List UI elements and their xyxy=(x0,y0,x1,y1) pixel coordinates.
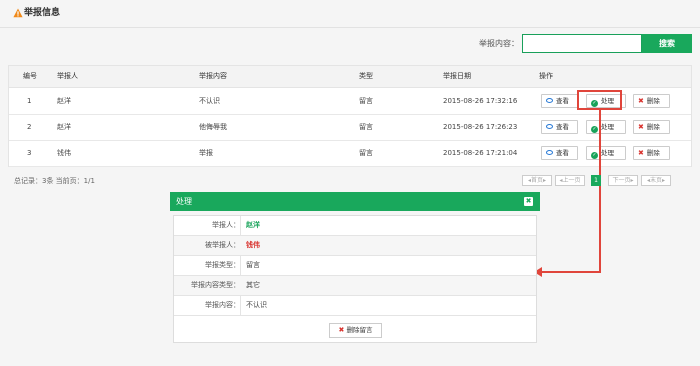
header-actions: 操作 xyxy=(539,72,553,80)
field-row-content-type: 举报内容类型： 其它 xyxy=(174,276,536,296)
delete-button-label: 删除 xyxy=(646,123,660,131)
search-label: 举报内容： xyxy=(479,39,519,48)
current-page[interactable]: 1 xyxy=(591,175,601,186)
close-icon[interactable]: ✖ xyxy=(524,197,533,206)
delete-message-label: 删除留言 xyxy=(346,326,373,334)
handle-highlight-box xyxy=(577,90,622,110)
warning-icon xyxy=(13,8,23,18)
close-icon: ✖ xyxy=(338,326,345,334)
next-page-button[interactable]: 下一页▸ xyxy=(608,175,638,186)
delete-message-button[interactable]: ✖ 删除留言 xyxy=(329,323,382,338)
field-row-reported: 被举报人： 钱伟 xyxy=(174,236,536,256)
search-button[interactable]: 搜索 xyxy=(642,34,692,53)
table-header: 编号 举报人 举报内容 类型 举报日期 操作 xyxy=(9,66,691,88)
close-icon: ✖ xyxy=(638,97,644,105)
field-label: 举报类型： xyxy=(205,261,240,269)
first-page-button[interactable]: ◂首页▸ xyxy=(522,175,552,186)
prev-page-button[interactable]: ◂上一页 xyxy=(555,175,585,186)
row-date: 2015-08-26 17:32:16 xyxy=(443,97,518,105)
row-type: 留言 xyxy=(359,97,373,105)
field-value-content-type: 其它 xyxy=(246,281,260,289)
eye-icon xyxy=(546,98,553,103)
page-title: 举报信息 xyxy=(24,8,61,18)
field-row-content: 举报内容： 不认识 xyxy=(174,296,536,316)
field-value-content: 不认识 xyxy=(246,301,267,309)
field-label: 被举报人： xyxy=(205,241,240,249)
row-number: 2 xyxy=(27,123,32,131)
delete-button-label: 删除 xyxy=(646,149,660,157)
field-value-reporter: 赵洋 xyxy=(246,221,260,229)
delete-button-label: 删除 xyxy=(646,97,660,105)
header-content: 举报内容 xyxy=(199,72,227,80)
close-icon: ✖ xyxy=(638,123,644,131)
header-type: 类型 xyxy=(359,72,373,80)
row-content: 他侮辱我 xyxy=(199,123,227,131)
handle-dialog: 处理 ✖ 举报人： 赵洋 被举报人： 钱伟 举报类型： 留言 举报内容类型： 其… xyxy=(170,192,540,345)
row-type: 留言 xyxy=(359,149,373,157)
delete-button[interactable]: ✖ 删除 xyxy=(633,120,670,134)
row-date: 2015-08-26 17:26:23 xyxy=(443,123,518,131)
header-number: 编号 xyxy=(23,72,37,80)
close-icon: ✖ xyxy=(638,149,644,157)
row-reporter: 钱伟 xyxy=(57,149,71,157)
view-button-label: 查看 xyxy=(556,97,569,105)
row-reporter: 赵洋 xyxy=(57,97,71,105)
header-reporter: 举报人 xyxy=(57,72,78,80)
delete-button[interactable]: ✖ 删除 xyxy=(633,94,670,108)
delete-button[interactable]: ✖ 删除 xyxy=(633,146,670,160)
field-value-reported: 钱伟 xyxy=(246,241,260,249)
dialog-body: 举报人： 赵洋 被举报人： 钱伟 举报类型： 留言 举报内容类型： 其它 举报内… xyxy=(173,215,537,343)
row-number: 3 xyxy=(27,149,32,157)
field-label: 举报人： xyxy=(212,221,240,229)
search-input[interactable] xyxy=(522,34,642,53)
dialog-title: 处理 xyxy=(176,197,192,206)
row-number: 1 xyxy=(27,97,32,105)
record-summary: 总记录：3条 当前页：1/1 xyxy=(14,177,95,185)
row-content: 不认识 xyxy=(199,97,220,105)
field-row-report-type: 举报类型： 留言 xyxy=(174,256,536,276)
view-button[interactable]: 查看 xyxy=(541,94,578,108)
field-row-reporter: 举报人： 赵洋 xyxy=(174,216,536,236)
last-page-button[interactable]: ◂末页▸ xyxy=(641,175,671,186)
page-header: 举报信息 xyxy=(0,0,700,28)
dialog-header: 处理 xyxy=(170,192,540,211)
field-value-report-type: 留言 xyxy=(246,261,260,269)
row-content: 举报 xyxy=(199,149,213,157)
row-date: 2015-08-26 17:21:04 xyxy=(443,149,518,157)
callout-arrow xyxy=(534,110,601,277)
field-label: 举报内容： xyxy=(205,301,240,309)
row-type: 留言 xyxy=(359,123,373,131)
field-label: 举报内容类型： xyxy=(191,281,240,289)
row-reporter: 赵洋 xyxy=(57,123,71,131)
header-date: 举报日期 xyxy=(443,72,471,80)
